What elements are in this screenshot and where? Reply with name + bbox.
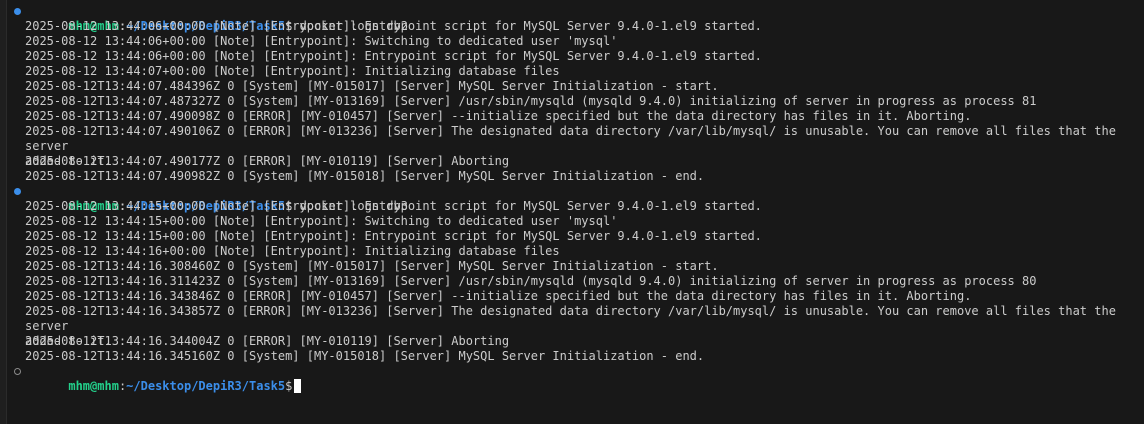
log-line: 2025-08-12 13:44:07+00:00 [Note] [Entryp…: [25, 64, 560, 78]
log-line: 2025-08-12 13:44:06+00:00 [Note] [Entryp…: [25, 49, 762, 63]
terminal-gutter: [0, 0, 7, 424]
log-line: 2025-08-12T13:44:07.490106Z 0 [ERROR] [M…: [25, 124, 1116, 168]
terminal-scrollbar[interactable]: [1134, 0, 1144, 424]
log-line: 2025-08-12T13:44:07.490098Z 0 [ERROR] [M…: [25, 109, 972, 123]
command-pending-decoration-icon: [14, 368, 21, 375]
command-success-decoration-icon[interactable]: [14, 188, 21, 195]
prompt-user: mhm@mhm: [68, 379, 119, 393]
log-line: 2025-08-12 13:44:16+00:00 [Note] [Entryp…: [25, 244, 560, 258]
log-line: 2025-08-12T13:44:16.308460Z 0 [System] […: [25, 259, 719, 273]
log-line: 2025-08-12 13:44:15+00:00 [Note] [Entryp…: [25, 214, 618, 228]
log-line: 2025-08-12T13:44:16.344004Z 0 [ERROR] [M…: [25, 334, 510, 348]
prompt-symbol: $: [285, 379, 293, 393]
command-success-decoration-icon[interactable]: [14, 8, 21, 15]
command-line: mhm@mhm:~/Desktop/DepiR3/Task5$ docker l…: [14, 184, 1144, 213]
terminal-panel[interactable]: mhm@mhm:~/Desktop/DepiR3/Task5$ docker l…: [0, 0, 1144, 424]
log-line: 2025-08-12T13:44:16.343846Z 0 [ERROR] [M…: [25, 289, 972, 303]
log-line: 2025-08-12T13:44:16.311423Z 0 [System] […: [25, 274, 1037, 288]
text-cursor: [294, 379, 302, 393]
active-prompt-line[interactable]: mhm@mhm:~/Desktop/DepiR3/Task5$: [14, 364, 1144, 393]
log-line: 2025-08-12 13:44:15+00:00 [Note] [Entryp…: [25, 199, 762, 213]
command-line: mhm@mhm:~/Desktop/DepiR3/Task5$ docker l…: [14, 4, 1144, 33]
log-line: 2025-08-12 13:44:06+00:00 [Note] [Entryp…: [25, 34, 618, 48]
log-line: 2025-08-12 13:44:15+00:00 [Note] [Entryp…: [25, 229, 762, 243]
log-line: 2025-08-12T13:44:07.490982Z 0 [System] […: [25, 169, 705, 183]
log-line: 2025-08-12T13:44:07.490177Z 0 [ERROR] [M…: [25, 154, 510, 168]
log-line: 2025-08-12T13:44:16.345160Z 0 [System] […: [25, 349, 705, 363]
log-line: 2025-08-12T13:44:07.487327Z 0 [System] […: [25, 94, 1037, 108]
log-line: 2025-08-12T13:44:07.484396Z 0 [System] […: [25, 79, 719, 93]
prompt-path: ~/Desktop/DepiR3/Task5: [126, 379, 286, 393]
log-line: 2025-08-12 13:44:06+00:00 [Note] [Entryp…: [25, 19, 762, 33]
log-line: 2025-08-12T13:44:16.343857Z 0 [ERROR] [M…: [25, 304, 1116, 348]
terminal-output[interactable]: mhm@mhm:~/Desktop/DepiR3/Task5$ docker l…: [14, 4, 1144, 393]
